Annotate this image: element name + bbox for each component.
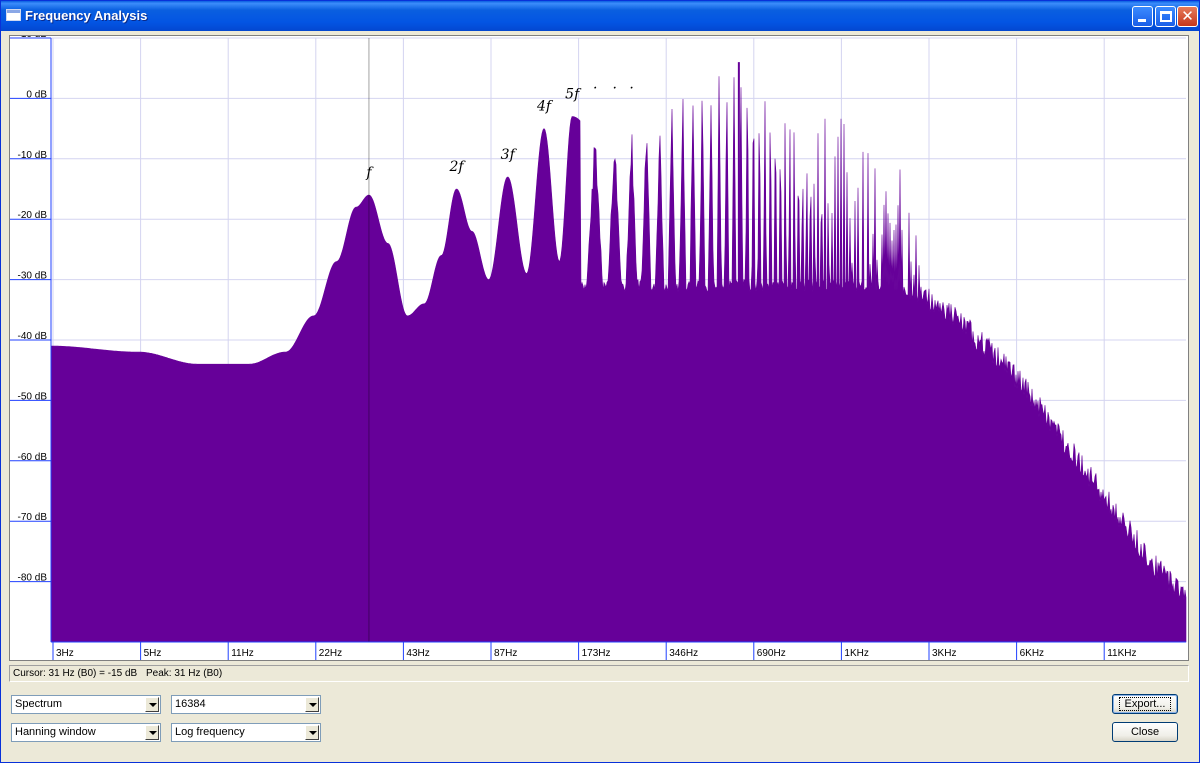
axis-select[interactable]: Log frequency — [171, 723, 321, 742]
y-axis: 10 dB0 dB-10 dB-20 dB-30 dB-40 dB-50 dB-… — [10, 36, 52, 642]
window-title: Frequency Analysis — [25, 8, 148, 23]
x-tick-label: 43Hz — [406, 648, 429, 659]
close-icon: ✕ — [1181, 7, 1194, 25]
frequency-analysis-window: Frequency Analysis ✕ f2f3f4f5f··· 10 dB0… — [0, 0, 1200, 763]
x-tick-label: 3Hz — [56, 648, 74, 659]
size-select[interactable]: 16384 — [171, 695, 321, 714]
chevron-down-icon[interactable] — [305, 697, 319, 712]
x-tick-label: 346Hz — [669, 648, 698, 659]
harmonic-label: · — [593, 80, 597, 96]
minimize-button[interactable] — [1132, 6, 1153, 27]
x-tick-label: 87Hz — [494, 648, 517, 659]
spectrum-chart[interactable]: f2f3f4f5f··· 10 dB0 dB-10 dB-20 dB-30 dB… — [10, 36, 1188, 660]
x-tick-label: 11Hz — [231, 648, 254, 659]
algorithm-select[interactable]: Spectrum — [11, 695, 161, 714]
close-label: Close — [1130, 726, 1160, 738]
x-tick-label: 22Hz — [319, 648, 342, 659]
algorithm-value: Spectrum — [15, 698, 63, 710]
size-value: 16384 — [175, 698, 206, 710]
x-tick-label: 690Hz — [757, 648, 786, 659]
status-bar: Cursor: 31 Hz (B0) = -15 dB Peak: 31 Hz … — [9, 665, 1189, 682]
export-button[interactable]: Export... — [1112, 694, 1178, 714]
minimize-icon — [1138, 19, 1146, 22]
window-icon — [6, 9, 21, 21]
chevron-down-icon[interactable] — [145, 697, 159, 712]
peak-readout: Peak: 31 Hz (B0) — [146, 668, 223, 679]
title-bar[interactable]: Frequency Analysis ✕ — [1, 1, 1199, 31]
chevron-down-icon[interactable] — [145, 725, 159, 740]
x-tick-label: 11KHz — [1107, 648, 1136, 659]
close-window-button[interactable]: ✕ — [1177, 6, 1198, 27]
maximize-button[interactable] — [1155, 6, 1176, 27]
cursor-readout: Cursor: 31 Hz (B0) = -15 dB — [13, 668, 138, 679]
x-tick-label: 6KHz — [1020, 648, 1044, 659]
axis-value: Log frequency — [175, 726, 245, 738]
x-tick-label: 3KHz — [932, 648, 956, 659]
x-axis: 3Hz 5Hz 11Hz 22Hz 43Hz 87Hz 173Hz 346Hz 690Hz 1KH… — [51, 641, 1186, 660]
export-label: Export... — [1118, 697, 1172, 711]
x-tick-label: 173Hz — [582, 648, 611, 659]
function-select[interactable]: Hanning window — [11, 723, 161, 742]
x-tick-label: 5Hz — [144, 648, 162, 659]
spectrum-plot[interactable]: f2f3f4f5f··· 10 dB0 dB-10 dB-20 dB-30 dB… — [9, 35, 1189, 661]
close-button[interactable]: Close — [1112, 722, 1178, 742]
maximize-icon — [1160, 11, 1172, 22]
harmonic-label: · — [612, 80, 616, 96]
x-tick-label: 1KHz — [844, 648, 868, 659]
harmonic-label: · — [629, 80, 633, 96]
chevron-down-icon[interactable] — [305, 725, 319, 740]
function-value: Hanning window — [15, 726, 96, 738]
